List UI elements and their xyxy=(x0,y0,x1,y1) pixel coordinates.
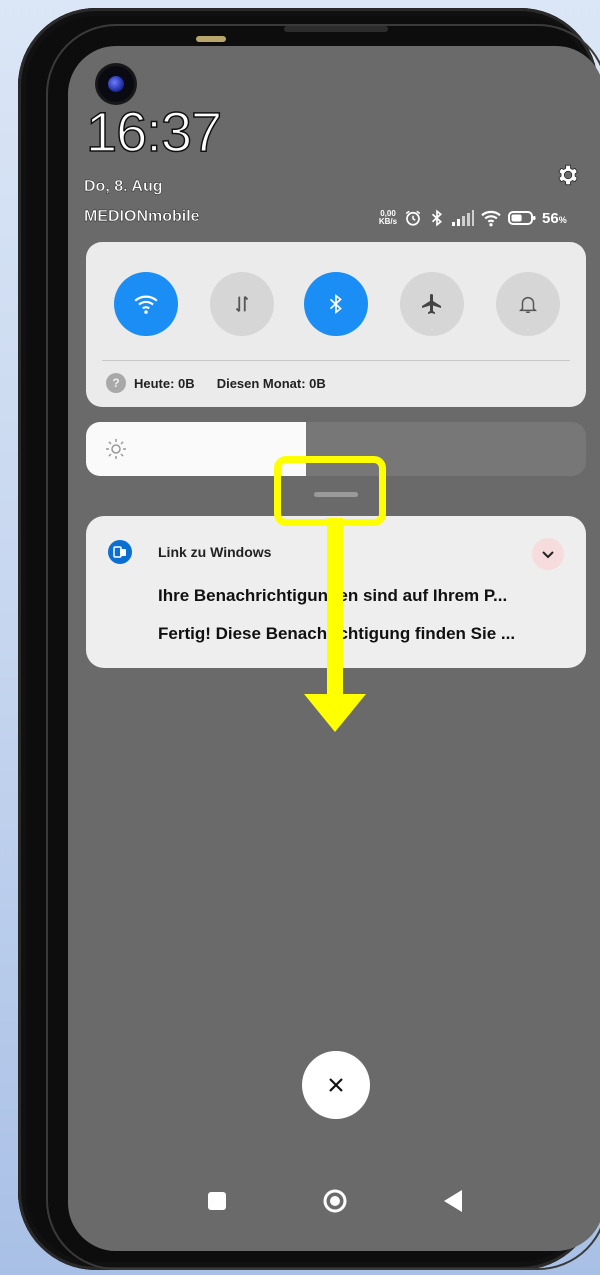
qs-divider xyxy=(102,360,570,361)
help-icon: ? xyxy=(106,373,126,393)
phone-frame: 16:37 Do, 8. Aug MEDIONmobile 0,00 KB/s xyxy=(18,8,600,1270)
data-today-label: Heute: 0B xyxy=(134,375,195,391)
swipe-down-arrow xyxy=(304,518,366,732)
notification-shade: 16:37 Do, 8. Aug MEDIONmobile 0,00 KB/s xyxy=(68,46,600,1251)
mobile-data-icon xyxy=(235,296,249,312)
recents-button[interactable] xyxy=(208,1192,226,1210)
back-button[interactable] xyxy=(444,1190,462,1212)
airplane-mode-toggle[interactable] xyxy=(400,272,464,336)
net-speed-unit: KB/s xyxy=(378,217,398,226)
bell-icon xyxy=(518,296,538,313)
status-icons: 0,00 KB/s 56% xyxy=(378,206,567,230)
bluetooth-icon xyxy=(329,294,342,314)
notification-app-name: Link zu Windows xyxy=(158,544,272,560)
quick-settings-panel: ? Heute: 0B Diesen Monat: 0B xyxy=(86,242,586,407)
proximity-sensor xyxy=(196,36,226,42)
bluetooth-icon xyxy=(431,209,443,227)
alarm-icon xyxy=(405,210,421,226)
wifi-icon xyxy=(134,295,158,314)
data-usage-row[interactable]: ? Heute: 0B Diesen Monat: 0B xyxy=(106,372,326,394)
earpiece-speaker xyxy=(284,26,388,32)
home-button[interactable] xyxy=(322,1188,348,1214)
carrier-label: MEDIONmobile xyxy=(84,208,200,225)
net-speed: 0,00 KB/s xyxy=(378,210,398,226)
phone-link-icon xyxy=(113,546,126,558)
battery-percent: 56% xyxy=(542,210,567,227)
close-icon xyxy=(329,1078,343,1092)
clock[interactable]: 16:37 xyxy=(85,101,223,163)
clear-notifications-button[interactable] xyxy=(302,1051,370,1119)
mobile-data-toggle[interactable] xyxy=(210,272,274,336)
bluetooth-toggle[interactable] xyxy=(304,272,368,336)
battery-icon xyxy=(508,211,536,225)
date-label[interactable]: Do, 8. Aug xyxy=(84,178,163,196)
wifi-toggle[interactable] xyxy=(114,272,178,336)
gear-icon[interactable] xyxy=(554,162,580,188)
wifi-icon xyxy=(481,210,501,227)
signal-icon xyxy=(452,210,474,226)
sun-icon xyxy=(106,439,126,459)
highlight-box xyxy=(274,456,386,526)
airplane-icon xyxy=(422,294,441,314)
chevron-down-icon xyxy=(542,551,554,559)
sound-toggle[interactable] xyxy=(496,272,560,336)
expand-button[interactable] xyxy=(532,538,564,570)
battery-value: 56 xyxy=(542,209,559,227)
battery-unit: % xyxy=(558,214,567,225)
data-month-label: Diesen Monat: 0B xyxy=(216,375,326,391)
link-to-windows-icon xyxy=(108,540,132,564)
front-camera xyxy=(98,66,134,102)
